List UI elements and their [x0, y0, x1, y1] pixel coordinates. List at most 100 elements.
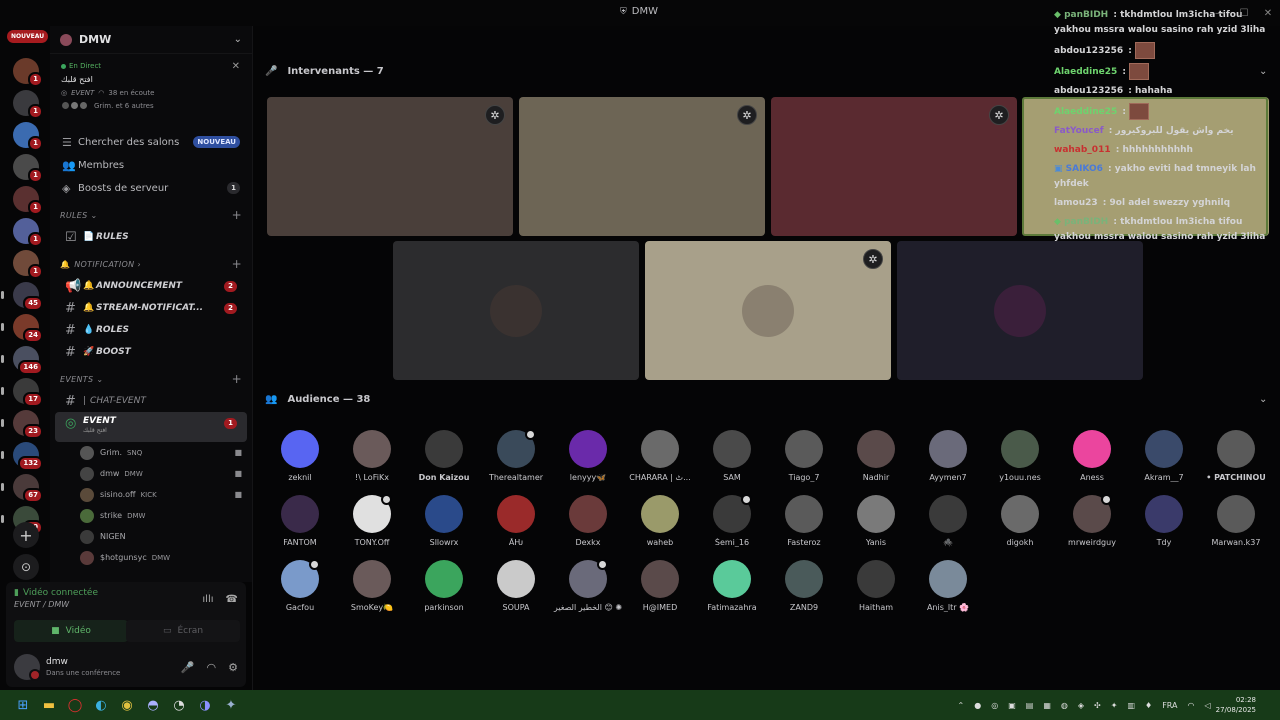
audience-member[interactable]: Sllowrx: [408, 495, 480, 547]
audience-member[interactable]: SAM: [696, 430, 768, 482]
audience-member[interactable]: Akram__7: [1128, 430, 1200, 482]
audience-member[interactable]: !\ LoFiKx: [336, 430, 408, 482]
audience-member[interactable]: mrweirdguy: [1056, 494, 1128, 547]
audience-member[interactable]: Fatimazahra: [696, 560, 768, 612]
server-icon[interactable]: 146: [1, 346, 43, 375]
noise-suppression-icon[interactable]: ıllı: [202, 594, 213, 605]
close-icon[interactable]: ✕: [1256, 0, 1280, 26]
tray-app-icon[interactable]: ▥: [1127, 701, 1135, 710]
tray-app-icon[interactable]: ◈: [1078, 701, 1084, 710]
audience-member[interactable]: Fasteroz: [768, 495, 840, 547]
channel-stream-notification[interactable]: # 🔔 STREAM-NOTIFICAT... 2: [55, 297, 247, 319]
server-icon[interactable]: 67: [1, 474, 43, 503]
audience-member[interactable]: Haitham: [840, 560, 912, 612]
audience-member[interactable]: • PATCHINOU: [1200, 430, 1272, 482]
audience-member[interactable]: Dexkx: [552, 495, 624, 547]
channel-event[interactable]: ◎ EVENT افتح قلبك 1: [55, 412, 247, 442]
avatar[interactable]: [14, 654, 41, 681]
audience-member[interactable]: lenyyy🦋: [552, 430, 624, 482]
audience-member[interactable]: FANTOM: [264, 495, 336, 547]
add-channel-icon[interactable]: +: [232, 257, 242, 271]
server-icon[interactable]: 132: [1, 442, 43, 471]
members-link[interactable]: 👥 Membres: [50, 154, 252, 176]
voice-user[interactable]: $hotgunsyc DMW: [50, 547, 252, 568]
speaker-tile[interactable]: ✲: [771, 97, 1017, 236]
audience-header[interactable]: 👥 Audience — 38: [265, 394, 370, 405]
live-stage-card[interactable]: En Direct افتح قلبك ◎ EVENT ◠ 38 en écou…: [55, 58, 247, 125]
language-indicator[interactable]: FRA: [1162, 701, 1177, 710]
gear-icon[interactable]: ⚙: [228, 661, 238, 674]
server-icon[interactable]: 24: [1, 314, 43, 343]
audience-member[interactable]: Nadhir: [840, 430, 912, 482]
speaker-tile[interactable]: ✲: [519, 97, 765, 236]
minimize-icon[interactable]: —: [1208, 0, 1232, 26]
server-icon[interactable]: 1: [13, 218, 43, 247]
tray-app-icon[interactable]: ◍: [1061, 701, 1068, 710]
tray-app-icon[interactable]: ▣: [1008, 701, 1016, 710]
audience-member[interactable]: y1ouu.nes: [984, 430, 1056, 482]
user-info[interactable]: dmw Dans une conférence: [40, 657, 120, 677]
nouveau-badge[interactable]: NOUVEAU: [7, 30, 49, 43]
disconnect-icon[interactable]: ☎: [226, 594, 238, 605]
channel-roles[interactable]: # 💧 ROLES: [55, 319, 247, 341]
audience-member[interactable]: 🕷️: [912, 495, 984, 547]
audience-member[interactable]: Tiago_7: [768, 430, 840, 482]
wifi-icon[interactable]: ◠: [1188, 701, 1195, 710]
server-icon[interactable]: 1: [13, 250, 43, 279]
audience-member[interactable]: TONY.Off: [336, 494, 408, 547]
speaker-tile[interactable]: ✲: [267, 97, 513, 236]
chrome-icon[interactable]: ◉: [114, 690, 140, 720]
audience-member[interactable]: CHARARA | ٹ...: [624, 430, 696, 482]
opera-icon[interactable]: ◯: [62, 690, 88, 720]
server-icon[interactable]: 17: [1, 378, 43, 407]
speakers-header[interactable]: 🎤 Intervenants — 7: [265, 66, 384, 77]
chevron-up-icon[interactable]: ⌃: [958, 701, 965, 710]
maximize-icon[interactable]: ☐: [1232, 0, 1256, 26]
category-rules[interactable]: RULES ⌄ +: [50, 204, 252, 226]
chevron-down-icon[interactable]: ⌄: [1259, 394, 1267, 405]
audience-member[interactable]: Don Kaizou: [408, 430, 480, 482]
audience-member[interactable]: Therealtamer: [480, 429, 552, 482]
channel-announcement[interactable]: 📢 🔔 ANNOUNCEMENT 2: [55, 275, 247, 297]
voice-user[interactable]: sisino.off KICK ■: [50, 484, 252, 505]
audience-member[interactable]: الخطير الصغير 😊 ✺: [552, 559, 624, 612]
tray-app-icon[interactable]: ✣: [1094, 701, 1101, 710]
clock[interactable]: 02:28 27/08/2025: [1216, 695, 1256, 715]
video-button[interactable]: ■ Vidéo: [14, 620, 128, 642]
audience-member[interactable]: H@IMED: [624, 560, 696, 612]
voice-user[interactable]: Grim. SNQ ■: [50, 442, 252, 463]
audience-member[interactable]: Marwan.k37: [1200, 495, 1272, 547]
app-icon[interactable]: ◔: [166, 690, 192, 720]
server-icon[interactable]: 1: [13, 90, 43, 119]
server-icon[interactable]: 1: [13, 186, 43, 215]
tray-app-icon[interactable]: ✦: [1111, 701, 1118, 710]
speaker-icon[interactable]: ◁: [1204, 701, 1210, 710]
speaker-tile[interactable]: ✲: [645, 241, 891, 380]
voice-user[interactable]: dmw DMW ■: [50, 463, 252, 484]
server-icon[interactable]: 1: [13, 154, 43, 183]
audience-member[interactable]: ZAND9: [768, 560, 840, 612]
voice-user[interactable]: NIGEN: [50, 526, 252, 547]
add-channel-icon[interactable]: +: [232, 372, 242, 386]
tray-app-icon[interactable]: ●: [974, 701, 981, 710]
add-channel-icon[interactable]: +: [232, 208, 242, 222]
audience-member[interactable]: Ayymen7: [912, 430, 984, 482]
audience-member[interactable]: Šemi_16: [696, 494, 768, 547]
audience-member[interactable]: Tdy: [1128, 495, 1200, 547]
audience-member[interactable]: Yanis: [840, 495, 912, 547]
audience-member[interactable]: Aness: [1056, 430, 1128, 482]
channel-boost[interactable]: # 🚀 BOOST: [55, 341, 247, 363]
discord-icon[interactable]: ◓: [140, 690, 166, 720]
category-events[interactable]: EVENTS ⌄ +: [50, 368, 252, 390]
server-icon[interactable]: 1: [13, 122, 43, 151]
file-explorer-icon[interactable]: ▬: [36, 690, 62, 720]
edge-icon[interactable]: ◐: [88, 690, 114, 720]
server-icon[interactable]: 23: [1, 410, 43, 439]
audience-member[interactable]: waheb: [624, 495, 696, 547]
server-header[interactable]: DMW ⌄: [50, 26, 252, 54]
steam-icon[interactable]: ✦: [218, 690, 244, 720]
headphones-icon[interactable]: ◠: [207, 661, 217, 674]
tray-app-icon[interactable]: ▦: [1043, 701, 1051, 710]
speaker-tile[interactable]: [393, 241, 639, 380]
category-notification[interactable]: 🔔 NOTIFICATION › +: [50, 253, 252, 275]
